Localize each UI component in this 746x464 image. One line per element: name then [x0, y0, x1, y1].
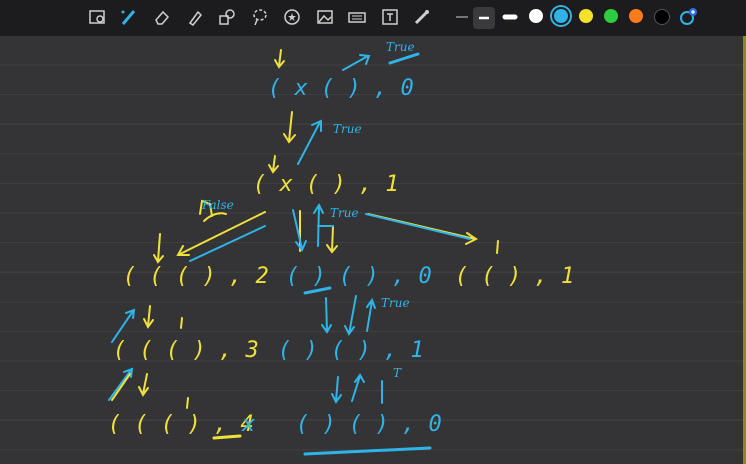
text-box-icon[interactable]: [380, 7, 400, 27]
node-root: ( x ( ) , 0: [268, 76, 414, 101]
color-swatch-black[interactable]: [654, 9, 670, 25]
node-left-b: ( ( ( ) , 3: [113, 338, 259, 363]
pen-icon[interactable]: [119, 7, 139, 27]
arrow-root-true: [342, 54, 371, 71]
keyboard-icon[interactable]: [347, 7, 367, 27]
thick-stroke-icon[interactable]: [500, 7, 520, 27]
image-icon[interactable]: [315, 7, 335, 27]
shapes-icon[interactable]: [217, 7, 237, 27]
image-scan-icon[interactable]: [88, 7, 108, 27]
arrow-level1-to-left: [176, 211, 266, 256]
arrow-root-to-level1: [283, 111, 296, 144]
color-swatch-orange[interactable]: [629, 9, 643, 23]
add-color-icon[interactable]: [678, 7, 698, 27]
highlighter-icon[interactable]: [185, 7, 205, 27]
medium-stroke-icon[interactable]: [473, 7, 495, 29]
sticker-icon[interactable]: [282, 7, 302, 27]
eraser-icon[interactable]: [152, 7, 172, 27]
laser-pointer-icon[interactable]: [412, 7, 432, 27]
node-left-c-mark: x: [242, 412, 256, 437]
lasso-icon[interactable]: [250, 7, 270, 27]
whiteboard-app: ( x ( ) , 0 ( x ( ) , 1 ( ( ( ) , 2 ( ) …: [0, 0, 746, 464]
color-swatch-blue-selected[interactable]: [554, 9, 568, 23]
arrow-level1-true-return: [297, 119, 322, 165]
arrow-into-level1: [268, 155, 279, 174]
arrow-into-root: [274, 49, 285, 69]
drawing-toolbar: [0, 0, 746, 36]
node-left-c: ( ( ( ) , 4: [108, 412, 254, 437]
drawing-canvas[interactable]: ( x ( ) , 0 ( x ( ) , 1 ( ( ( ) , 2 ( ) …: [0, 36, 746, 464]
annotation-true-mid-b: True: [381, 296, 410, 310]
node-mid-b: ( ) ( ) , 1: [278, 338, 424, 363]
annotation-false-left: False: [202, 198, 234, 212]
node-level1: ( x ( ) , 1: [253, 172, 399, 197]
annotation-t-mid-c: T: [393, 366, 402, 380]
node-left-a: ( ( ( ) , 2: [123, 264, 269, 289]
annotation-true-root: True: [386, 40, 415, 54]
annotation-true-mid: True: [330, 206, 359, 220]
blue-strokes: [108, 52, 471, 456]
node-right-a: ( ( ) , 1: [455, 264, 575, 289]
color-swatch-white[interactable]: [529, 9, 543, 23]
color-swatch-yellow[interactable]: [579, 9, 593, 23]
node-mid-c: ( ) ( ) , 0: [296, 412, 442, 437]
color-swatch-green[interactable]: [604, 9, 618, 23]
node-mid-a: ( ) ( ) , 0: [286, 264, 432, 289]
thin-stroke-icon[interactable]: [452, 7, 472, 27]
annotation-true-level1: True: [333, 122, 362, 136]
